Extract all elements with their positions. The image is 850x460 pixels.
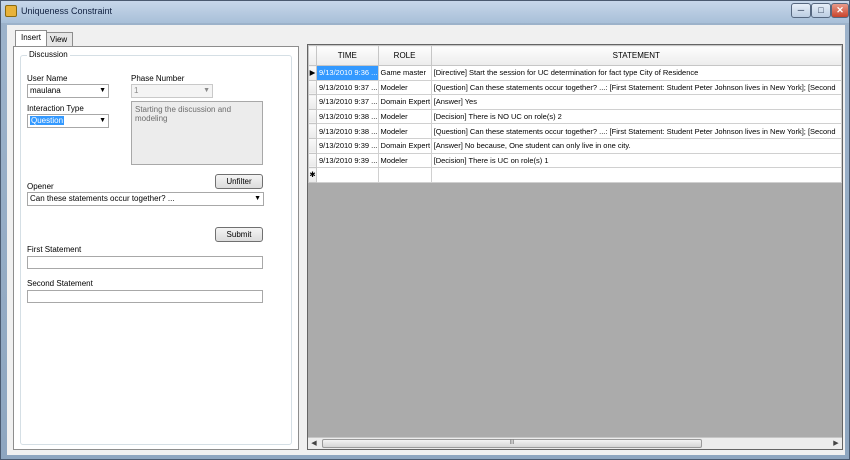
header-row: TIME ROLE STATEMENT bbox=[308, 45, 842, 66]
phase-number-combobox: 1 ▼ bbox=[131, 84, 213, 98]
cell-statement[interactable]: [Question] Can these statements occur to… bbox=[430, 79, 842, 96]
cell-time[interactable]: 9/13/2010 9:39 ... bbox=[315, 137, 379, 154]
app-icon bbox=[5, 5, 17, 17]
table-row[interactable]: 9/13/2010 9:38 ... Modeler [Question] Ca… bbox=[308, 123, 842, 139]
cell-role[interactable]: Domain Expert bbox=[377, 137, 432, 154]
tab-view[interactable]: View bbox=[44, 32, 74, 46]
column-header-time[interactable]: TIME bbox=[315, 45, 379, 66]
cell-time[interactable]: 9/13/2010 9:37 ... bbox=[315, 94, 379, 110]
cell-time[interactable]: 9/13/2010 9:38 ... bbox=[315, 123, 379, 139]
row-header[interactable] bbox=[308, 123, 317, 139]
unfilter-button[interactable]: Unfilter bbox=[215, 174, 263, 189]
table-row[interactable]: 9/13/2010 9:37 ... Modeler [Question] Ca… bbox=[308, 79, 842, 96]
user-name-label: User Name bbox=[27, 74, 68, 83]
horizontal-scrollbar[interactable]: ◀ III ▶ bbox=[308, 437, 842, 449]
cell-statement[interactable]: [Answer] No because, One student can onl… bbox=[430, 137, 842, 154]
statements-table: TIME ROLE STATEMENT ▶ 9/13/2010 9:36 ...… bbox=[308, 45, 842, 183]
tab-insert[interactable]: Insert bbox=[15, 30, 48, 46]
client-area: Insert View Discussion User Name maulana… bbox=[7, 25, 845, 455]
cell-role[interactable]: Modeler bbox=[377, 123, 432, 139]
opener-value: Can these statements occur together? ... bbox=[30, 194, 175, 203]
minimize-button[interactable]: ─ bbox=[791, 3, 811, 18]
discussion-groupbox: Discussion User Name maulana ▼ Phase Num… bbox=[20, 50, 292, 445]
title-bar[interactable]: Uniqueness Constraint ─ □ ✕ bbox=[1, 1, 849, 23]
chevron-down-icon[interactable]: ▼ bbox=[99, 85, 106, 97]
insert-tab-page: Discussion User Name maulana ▼ Phase Num… bbox=[13, 46, 299, 450]
statements-datagrid[interactable]: TIME ROLE STATEMENT ▶ 9/13/2010 9:36 ...… bbox=[307, 44, 843, 450]
first-statement-label: First Statement bbox=[27, 245, 82, 254]
cell-statement[interactable]: [Question] Can these statements occur to… bbox=[430, 123, 842, 139]
user-name-value: maulana bbox=[30, 86, 61, 95]
scroll-right-arrow-icon[interactable]: ▶ bbox=[830, 438, 842, 449]
corner-header[interactable] bbox=[308, 45, 317, 66]
cell-statement[interactable]: [Decision] There is NO UC on role(s) 2 bbox=[430, 108, 842, 125]
row-header[interactable] bbox=[308, 152, 317, 169]
discussion-group-label: Discussion bbox=[27, 50, 70, 59]
cell-role[interactable]: Domain Expert bbox=[377, 94, 432, 110]
table-row[interactable]: 9/13/2010 9:38 ... Modeler [Decision] Th… bbox=[308, 108, 842, 125]
scroll-thumb[interactable]: III bbox=[322, 439, 702, 448]
user-name-combobox[interactable]: maulana ▼ bbox=[27, 84, 109, 98]
cell-statement[interactable]: [Directive] Start the session for UC det… bbox=[430, 65, 842, 81]
cell-time[interactable]: 9/13/2010 9:38 ... bbox=[315, 108, 379, 125]
cell-statement[interactable]: [Answer] Yes bbox=[430, 94, 842, 110]
cell-role[interactable]: Modeler bbox=[377, 108, 432, 125]
cell-time[interactable]: 9/13/2010 9:39 ... bbox=[315, 152, 379, 169]
row-header[interactable] bbox=[308, 108, 317, 125]
cell-role[interactable]: Modeler bbox=[377, 79, 432, 96]
cell-role[interactable]: Game master bbox=[377, 65, 432, 81]
window-title: Uniqueness Constraint bbox=[21, 6, 113, 16]
column-header-role[interactable]: ROLE bbox=[377, 45, 432, 66]
chevron-down-icon[interactable]: ▼ bbox=[254, 193, 261, 205]
cell-statement[interactable] bbox=[430, 167, 842, 183]
interaction-type-combobox[interactable]: Question ▼ bbox=[27, 114, 109, 128]
table-row[interactable]: 9/13/2010 9:39 ... Domain Expert [Answer… bbox=[308, 137, 842, 154]
second-statement-input[interactable] bbox=[27, 290, 263, 303]
cell-statement[interactable]: [Decision] There is UC on role(s) 1 bbox=[430, 152, 842, 169]
second-statement-label: Second Statement bbox=[27, 279, 93, 288]
current-row-indicator-icon[interactable]: ▶ bbox=[308, 65, 317, 81]
chevron-down-icon: ▼ bbox=[203, 87, 210, 94]
row-header[interactable] bbox=[308, 137, 317, 154]
scroll-left-arrow-icon[interactable]: ◀ bbox=[308, 438, 320, 449]
cell-time[interactable]: 9/13/2010 9:36 ... bbox=[315, 65, 379, 81]
interaction-type-value: Question bbox=[30, 116, 65, 125]
maximize-button[interactable]: □ bbox=[811, 3, 831, 18]
new-row[interactable]: ✱ bbox=[308, 167, 842, 183]
main-window: Uniqueness Constraint ─ □ ✕ Insert View … bbox=[0, 0, 850, 460]
row-header[interactable] bbox=[308, 94, 317, 110]
interaction-type-label: Interaction Type bbox=[27, 104, 84, 113]
column-header-statement[interactable]: STATEMENT bbox=[430, 45, 842, 66]
table-row[interactable]: 9/13/2010 9:37 ... Domain Expert [Answer… bbox=[308, 94, 842, 110]
opener-label: Opener bbox=[27, 182, 54, 191]
cell-time[interactable]: 9/13/2010 9:37 ... bbox=[315, 79, 379, 96]
close-button[interactable]: ✕ bbox=[831, 3, 849, 18]
new-row-asterisk-icon[interactable]: ✱ bbox=[308, 167, 317, 183]
cell-role[interactable]: Modeler bbox=[377, 152, 432, 169]
submit-button[interactable]: Submit bbox=[215, 227, 263, 242]
opener-combobox[interactable]: Can these statements occur together? ...… bbox=[27, 192, 264, 206]
first-statement-input[interactable] bbox=[27, 256, 263, 269]
phase-description-box: Starting the discussion and modeling bbox=[131, 101, 263, 165]
phase-number-label: Phase Number bbox=[131, 74, 185, 83]
cell-role[interactable] bbox=[377, 167, 432, 183]
cell-time[interactable] bbox=[315, 167, 379, 183]
row-header[interactable] bbox=[308, 79, 317, 96]
chevron-down-icon[interactable]: ▼ bbox=[99, 115, 106, 127]
table-row[interactable]: 9/13/2010 9:39 ... Modeler [Decision] Th… bbox=[308, 152, 842, 169]
phase-number-value: 1 bbox=[134, 86, 139, 95]
table-row[interactable]: ▶ 9/13/2010 9:36 ... Game master [Direct… bbox=[308, 65, 842, 81]
